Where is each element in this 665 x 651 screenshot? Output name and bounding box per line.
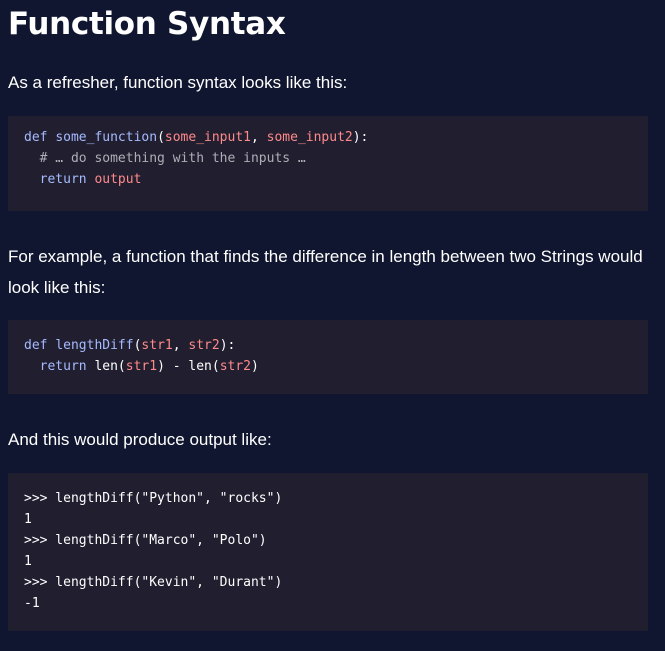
return-value: output: [94, 172, 142, 187]
keyword-return: return: [39, 172, 87, 187]
syntax-code-line-3: return output: [24, 169, 648, 190]
page-title: Function Syntax: [8, 6, 286, 42]
output-line: 1: [24, 512, 32, 527]
param-2: some_input2: [266, 130, 353, 145]
function-name: lengthDiff: [55, 338, 134, 353]
arg-1: str1: [125, 359, 158, 374]
param-separator: ,: [172, 338, 189, 353]
intro-paragraph: As a refresher, function syntax looks li…: [8, 73, 348, 92]
lesson-page: Function Syntax As a refresher, function…: [0, 0, 665, 651]
close-paren: ):: [219, 338, 236, 353]
len-call-1: len(: [94, 359, 126, 374]
arg-2: str2: [219, 359, 252, 374]
param-2: str2: [188, 338, 220, 353]
example-paragraph: For example, a function that finds the d…: [8, 247, 643, 297]
output-code-block: >>> lengthDiff("Python", "rocks") 1 >>> …: [8, 473, 648, 631]
param-1: some_input1: [164, 130, 251, 145]
code-comment: # … do something with the inputs …: [39, 151, 306, 166]
close-paren: ):: [352, 130, 369, 145]
output-line: 1: [24, 554, 32, 569]
keyword-return: return: [39, 359, 87, 374]
example-code-line-1: def lengthDiff(str1, str2):: [24, 335, 648, 356]
output-line: >>> lengthDiff("Marco", "Polo"): [24, 533, 267, 548]
keyword-def: def: [24, 130, 48, 145]
param-1: str1: [141, 338, 173, 353]
output-paragraph: And this would produce output like:: [8, 430, 272, 449]
close-paren: ): [251, 359, 259, 374]
example-code-block: def lengthDiff(str1, str2): return len(s…: [8, 320, 648, 394]
syntax-code-line-1: def some_function(some_input1, some_inpu…: [24, 127, 648, 148]
example-code-line-2: return len(str1) - len(str2): [24, 356, 648, 377]
output-line: >>> lengthDiff("Python", "rocks"): [24, 491, 283, 506]
keyword-def: def: [24, 338, 48, 353]
syntax-code-line-2: # … do something with the inputs …: [24, 148, 648, 169]
function-name: some_function: [55, 130, 158, 145]
param-separator: ,: [250, 130, 267, 145]
output-line: -1: [24, 596, 40, 611]
output-line: >>> lengthDiff("Kevin", "Durant"): [24, 575, 283, 590]
open-paren: (: [157, 130, 165, 145]
len-call-2: ) - len(: [157, 359, 220, 374]
syntax-code-block: def some_function(some_input1, some_inpu…: [8, 116, 648, 211]
